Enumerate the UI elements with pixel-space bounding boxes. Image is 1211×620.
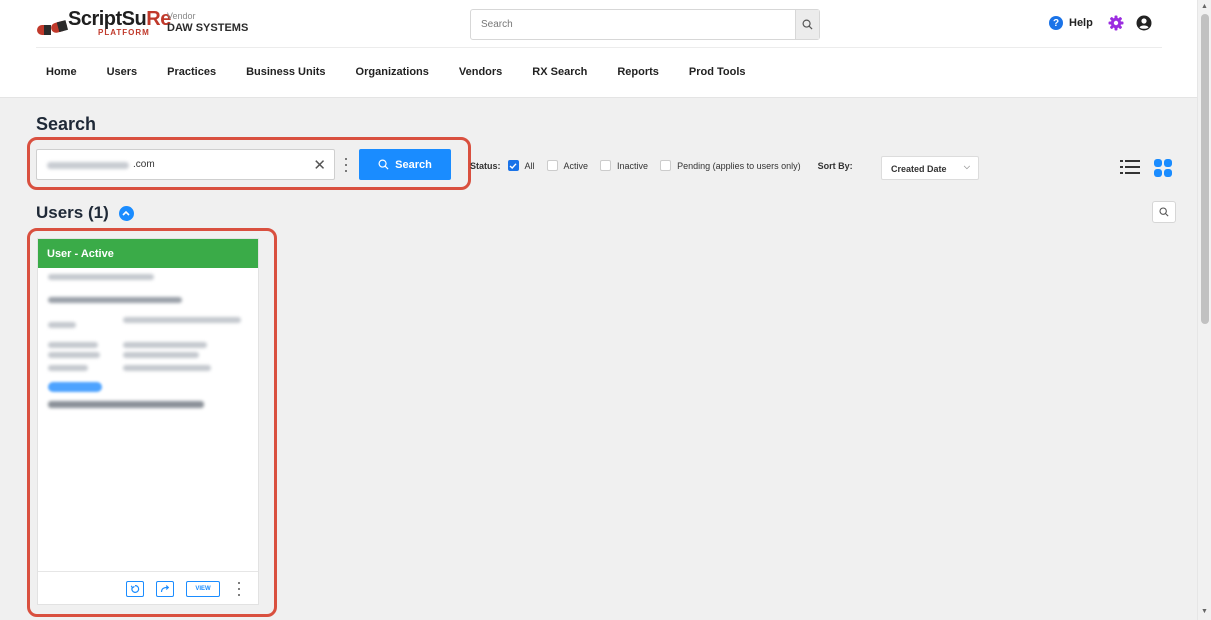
- chevron-up-icon[interactable]: [118, 205, 134, 221]
- help-label: Help: [1069, 17, 1093, 29]
- page-scrollbar[interactable]: ▲ ▼: [1197, 0, 1211, 620]
- filter-pending-label: Pending (applies to users only): [677, 160, 801, 171]
- global-search: [470, 9, 820, 40]
- scroll-down-icon[interactable]: ▼: [1201, 608, 1208, 615]
- filter-inactive-label: Inactive: [617, 160, 649, 171]
- search-icon: [802, 19, 813, 30]
- nav-business-units[interactable]: Business Units: [246, 66, 325, 78]
- global-search-button[interactable]: [795, 10, 819, 39]
- results-heading-text: Users (1): [36, 203, 109, 222]
- highlight-search-box: [27, 137, 471, 190]
- scriptsure-logo[interactable]: ScriptSuRe PLATFORM: [36, 8, 171, 38]
- highlight-user-card: [27, 228, 277, 617]
- filter-inactive-checkbox[interactable]: [600, 160, 612, 171]
- page-title: Search: [36, 114, 97, 134]
- nav-users[interactable]: Users: [107, 66, 138, 78]
- app-header: ScriptSuRe PLATFORM Vendor DAW SYSTEMS ?…: [0, 0, 1197, 98]
- pill-logo-icon: [37, 20, 69, 35]
- help-icon: ?: [1049, 16, 1063, 30]
- scroll-thumb[interactable]: [1201, 14, 1209, 324]
- results-heading: Users (1): [36, 203, 134, 223]
- filter-pending-checkbox[interactable]: [660, 160, 672, 171]
- sort-select-value: Created Date: [891, 164, 947, 174]
- results-search-button[interactable]: [1152, 201, 1176, 223]
- gear-icon[interactable]: [1108, 15, 1124, 31]
- status-label: Status:: [470, 160, 501, 171]
- nav-practices[interactable]: Practices: [167, 66, 216, 78]
- nav-rx-search[interactable]: RX Search: [532, 66, 587, 78]
- check-icon: [509, 162, 517, 169]
- search-icon: [1159, 207, 1169, 217]
- header-divider: [36, 47, 1162, 48]
- filter-all-label: All: [524, 160, 535, 171]
- sort-label: Sort By:: [817, 160, 853, 171]
- help-link[interactable]: ? Help: [1049, 16, 1093, 30]
- vendor-name: DAW SYSTEMS: [167, 22, 249, 34]
- user-account-icon[interactable]: [1136, 15, 1152, 31]
- filter-active-label: Active: [563, 160, 589, 171]
- vendor-info: Vendor DAW SYSTEMS: [167, 11, 248, 34]
- nav-reports[interactable]: Reports: [617, 66, 659, 78]
- filter-all-checkbox[interactable]: [507, 160, 519, 171]
- filter-active-checkbox[interactable]: [546, 160, 558, 171]
- grid-view-icon[interactable]: [1154, 159, 1172, 177]
- main-nav: Home Users Practices Business Units Orga…: [46, 66, 776, 78]
- global-search-input[interactable]: [471, 10, 796, 39]
- nav-prod-tools[interactable]: Prod Tools: [689, 66, 746, 78]
- logo-subtitle: PLATFORM: [98, 28, 150, 37]
- nav-vendors[interactable]: Vendors: [459, 66, 502, 78]
- status-filter: Status: All Active Inactive Pending (app…: [470, 160, 859, 171]
- nav-organizations[interactable]: Organizations: [356, 66, 429, 78]
- chevron-down-icon: ⌵: [963, 162, 970, 171]
- sort-select[interactable]: Created Date ⌵: [881, 156, 979, 180]
- list-view-icon[interactable]: [1120, 159, 1140, 175]
- nav-home[interactable]: Home: [46, 66, 77, 78]
- scroll-up-icon[interactable]: ▲: [1201, 3, 1208, 10]
- vendor-label: Vendor: [167, 11, 196, 21]
